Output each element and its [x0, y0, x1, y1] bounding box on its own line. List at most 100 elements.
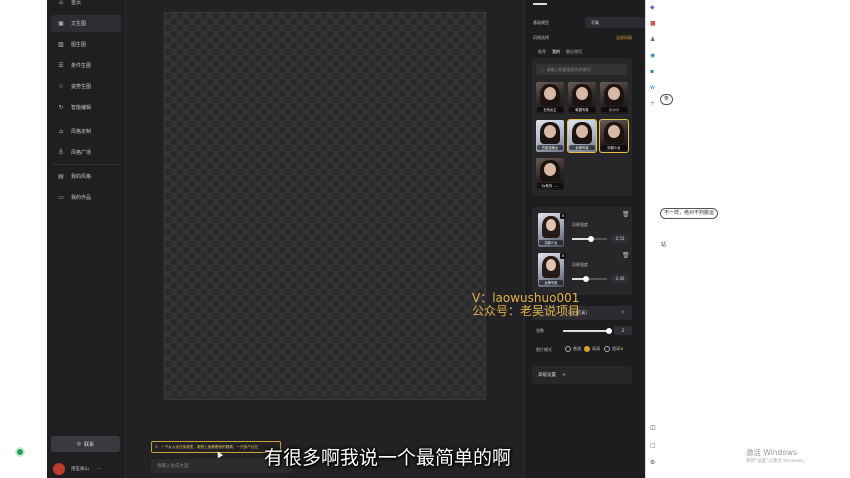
- style-thumb[interactable]: 小小小: [600, 82, 628, 114]
- style-thumb-selected[interactable]: 清新少女: [599, 119, 629, 153]
- applied-style-caption: 女神写真: [539, 280, 563, 285]
- home-icon: ⌂: [59, 0, 63, 6]
- close-icon[interactable]: ×: [560, 253, 566, 259]
- panel-top-indicator: [533, 3, 547, 5]
- video-subtitle: 有很多啊我说一个最简单的啊: [264, 447, 512, 469]
- style-thumb[interactable]: 古韵游美女: [536, 120, 564, 152]
- magic-icon: ↻: [58, 104, 64, 111]
- close-icon[interactable]: ×: [560, 213, 566, 219]
- style-icon: ⌂: [59, 128, 63, 135]
- outlook-icon[interactable]: ▪: [650, 68, 654, 75]
- style-thumb[interactable]: Sx系列 - ...: [536, 158, 564, 190]
- style-strength-slider-1[interactable]: [572, 236, 607, 242]
- word-icon[interactable]: w: [650, 84, 655, 91]
- crown-icon: ♛: [620, 346, 624, 351]
- contact-button[interactable]: ◎ 联系: [51, 436, 120, 452]
- image-canvas[interactable]: [164, 12, 486, 400]
- mode-label: 图片模式: [536, 347, 552, 352]
- extension-icon[interactable]: ◆: [650, 4, 655, 11]
- user-name: 南笙阁山: [71, 467, 89, 472]
- mode-hd-radio[interactable]: 高清: [584, 346, 600, 352]
- sidebar-item-label: 我的风格: [71, 174, 92, 180]
- model-label: 基础模型: [533, 20, 549, 25]
- style-thumb-caption: 小小小: [601, 107, 627, 112]
- style-thumb-caption: 清新少女: [601, 145, 627, 150]
- tab-recommended[interactable]: 推荐: [538, 49, 546, 55]
- style-thumb[interactable]: 韩国写真: [568, 82, 596, 114]
- sidebar: ⌂ 首页 ▣ 文生图 ▨ 图生图 ☰ 条件生图 ☆ 姿势生图 ↻ 智能编辑 ⌂ 风格定制 ♁ 风…: [47, 0, 126, 478]
- sidebar-item-label: 风格定制: [71, 129, 92, 135]
- toolbox-icon[interactable]: ■: [650, 20, 656, 27]
- user-icon[interactable]: ♟: [650, 36, 655, 43]
- style-thumb-caption: 古韵游美女: [537, 145, 563, 150]
- style-search-input[interactable]: ○ 请输入想要搜索的关键词: [536, 64, 627, 75]
- count-slider[interactable]: [563, 328, 612, 334]
- text-pill: 不一样，绝对不判搬运: [660, 208, 719, 219]
- radio-dot: [565, 346, 571, 352]
- all-styles-link[interactable]: 全部风格: [616, 35, 632, 41]
- circle-icon[interactable]: ◉: [650, 52, 655, 59]
- my-style-icon: ▤: [58, 173, 64, 180]
- mode-normal-label: 普通: [573, 346, 581, 351]
- sidebar-item-image-to-image[interactable]: ▨ 图生图: [51, 36, 121, 53]
- sidebar-item-my-works[interactable]: ▭ 我的作品: [51, 189, 121, 206]
- contact-icon: ◎: [76, 441, 82, 447]
- search-icon: ○: [540, 67, 544, 72]
- sidebar-item-conditional[interactable]: ☰ 条件生图: [51, 57, 121, 74]
- add-icon[interactable]: +: [650, 100, 655, 107]
- style-thumb-caption: Sx系列 - ...: [537, 183, 563, 188]
- sidebar-item-my-style[interactable]: ▤ 我的风格: [51, 168, 121, 185]
- page-fragment: 站: [661, 242, 667, 248]
- sidebar-item-label: 条件生图: [71, 63, 92, 69]
- sidebar-item-style-square[interactable]: ♁ 风格广场: [51, 144, 121, 161]
- mode-uhd-radio[interactable]: 超清♛: [604, 346, 624, 352]
- sidebar-item-smart-edit[interactable]: ↻ 智能编辑: [51, 99, 121, 116]
- tab-mine[interactable]: 我的: [552, 49, 560, 55]
- trash-icon[interactable]: 🗑: [622, 211, 630, 218]
- radio-dot: [584, 346, 590, 352]
- sidebar-item-label: 我的作品: [71, 195, 92, 201]
- tip-text: 一下女人走在街道里，眼镜上面看着她的眼睛，一只多户住在: [161, 444, 259, 449]
- sidebar-item-label: 智能编辑: [71, 105, 92, 111]
- panel-icon[interactable]: ▢: [650, 442, 656, 449]
- sidebar-item-label: 姿势生图: [71, 84, 92, 90]
- text-pill: 条: [660, 94, 674, 105]
- avatar: [53, 463, 65, 475]
- sidebar-item-text-to-image[interactable]: ▣ 文生图: [51, 15, 121, 32]
- more-menu[interactable]: ···: [97, 467, 101, 472]
- app-window: ⌂ 首页 ▣ 文生图 ▨ 图生图 ☰ 条件生图 ☆ 姿势生图 ↻ 智能编辑 ⌂ 风格定制 ♁ 风…: [47, 0, 661, 478]
- mode-uhd-label: 超清: [612, 346, 620, 351]
- sidebar-item-home[interactable]: ⌂ 首页: [51, 0, 121, 11]
- mode-normal-radio[interactable]: 普通: [565, 346, 581, 352]
- sidebar-toggle-icon[interactable]: ◫: [650, 424, 656, 431]
- applied-style-caption: 清新少女: [539, 240, 563, 245]
- style-strength-slider-2[interactable]: [572, 276, 607, 282]
- sidebar-item-label: 文生图: [71, 21, 87, 27]
- user-profile[interactable]: 南笙阁山 ···: [53, 462, 123, 476]
- style-strength-value[interactable]: 0.40: [611, 274, 629, 283]
- tab-recent[interactable]: 最近使用: [566, 49, 582, 55]
- chat-status-icon[interactable]: [15, 447, 25, 457]
- style-strength-label: 风格强度: [572, 262, 588, 267]
- windows-activation-title: 激活 Windows: [746, 448, 797, 457]
- advanced-label: 高级设置: [538, 373, 556, 378]
- left-desktop-strip: [0, 0, 47, 478]
- style-thumb[interactable]: 日系女主: [536, 82, 564, 114]
- settings-icon[interactable]: ⚙: [650, 459, 655, 466]
- sidebar-item-style-custom[interactable]: ⌂ 风格定制: [51, 123, 121, 140]
- chevron-right-icon: >: [562, 372, 566, 378]
- square-icon: ♁: [58, 149, 64, 156]
- browser-extension-bar: ◆ ■ ♟ ◉ ▪ w + ◫ ▢ ⚙: [645, 0, 662, 478]
- model-select[interactable]: 写真›: [585, 17, 651, 28]
- count-value[interactable]: 2: [614, 326, 632, 335]
- style-select-label: 风格选择: [533, 35, 549, 40]
- trash-icon[interactable]: 🗑: [622, 252, 630, 259]
- applied-styles: 清新少女 × 风格强度 🗑 0.55 女神写真 × 风格强度 🗑 0.40: [532, 207, 632, 295]
- prompt-placeholder: 请输入生成文案: [157, 464, 189, 469]
- style-thumb-selected[interactable]: 女神写真: [567, 119, 597, 153]
- style-strength-value[interactable]: 0.55: [611, 234, 629, 243]
- refresh-icon: ↻: [155, 445, 159, 449]
- sidebar-item-pose[interactable]: ☆ 姿势生图: [51, 78, 121, 95]
- advanced-settings[interactable]: 高级设置 >: [532, 366, 632, 384]
- mode-hd-label: 高清: [592, 346, 600, 351]
